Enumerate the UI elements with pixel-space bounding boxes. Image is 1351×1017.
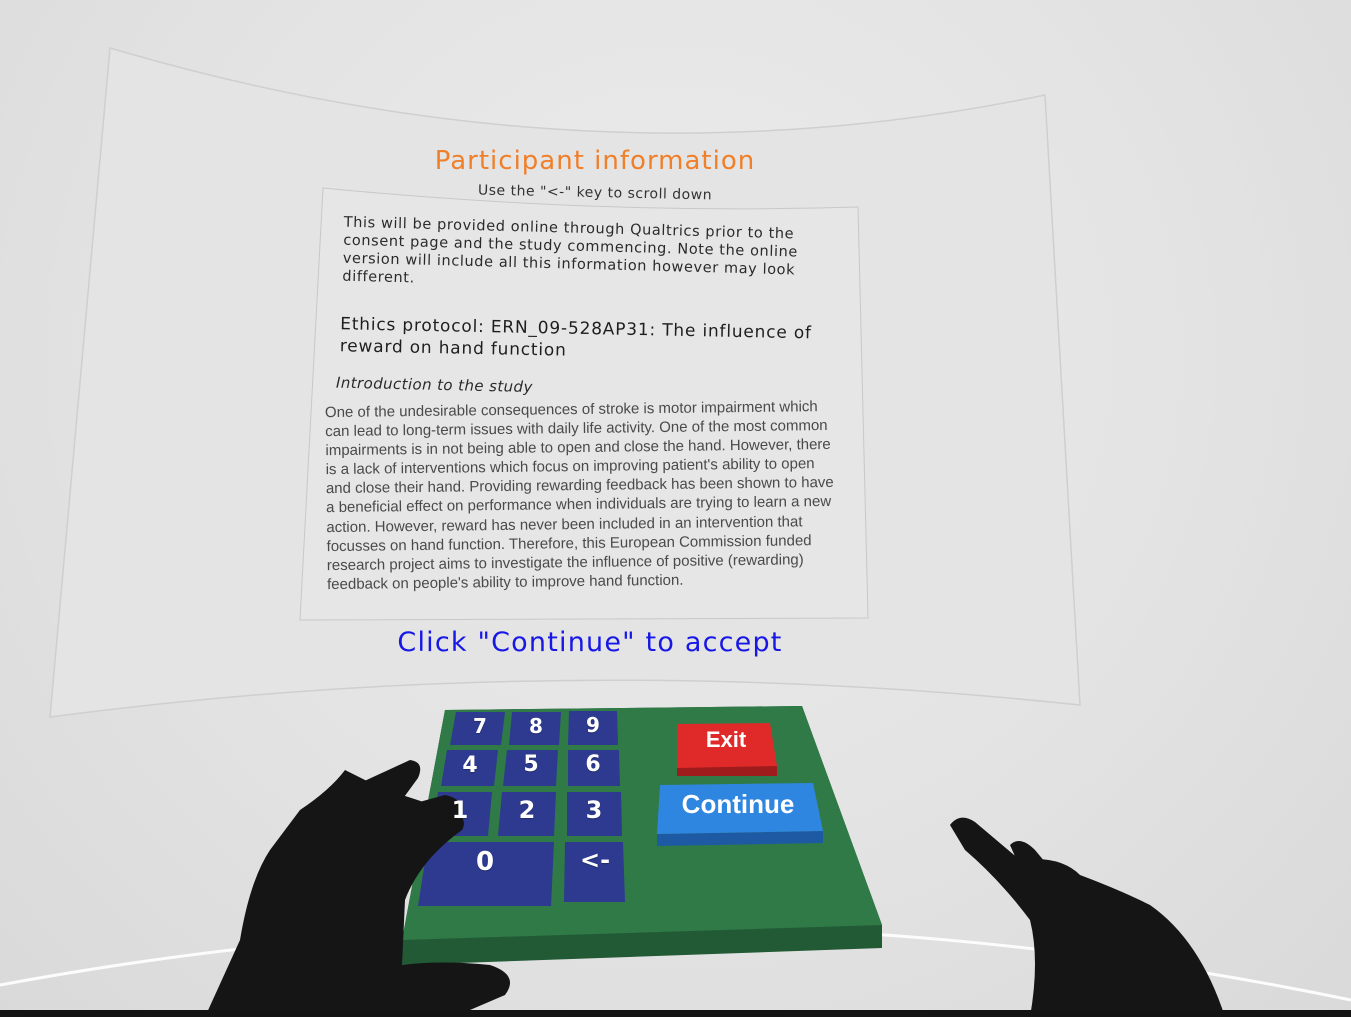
continue-button-label: Continue (681, 789, 795, 819)
right-hand (950, 817, 1225, 1017)
key-8-label: 8 (529, 714, 543, 738)
continue-instruction: Click "Continue" to accept (397, 627, 783, 658)
key-3-label: 3 (585, 796, 603, 824)
key-7-label: 7 (473, 714, 487, 738)
bottom-bar (0, 1010, 1351, 1017)
key-4-label: 4 (462, 753, 478, 778)
key-1-label: 1 (451, 796, 469, 824)
key-backspace-label: <- (579, 846, 611, 874)
section-body: One of the undesirable consequences of s… (324, 398, 834, 593)
page-title: Participant information (434, 146, 756, 176)
key-2-label: 2 (518, 796, 536, 824)
intro-paragraph: This will be provided online through Qua… (342, 214, 799, 287)
exit-button-label: Exit (705, 727, 747, 752)
key-6-label: 6 (585, 752, 601, 777)
key-9-label: 9 (586, 713, 600, 737)
ethics-heading: Ethics protocol: ERN_09-528AP31: The inf… (339, 314, 813, 361)
key-0-label: 0 (475, 847, 495, 877)
key-5-label: 5 (523, 752, 539, 777)
